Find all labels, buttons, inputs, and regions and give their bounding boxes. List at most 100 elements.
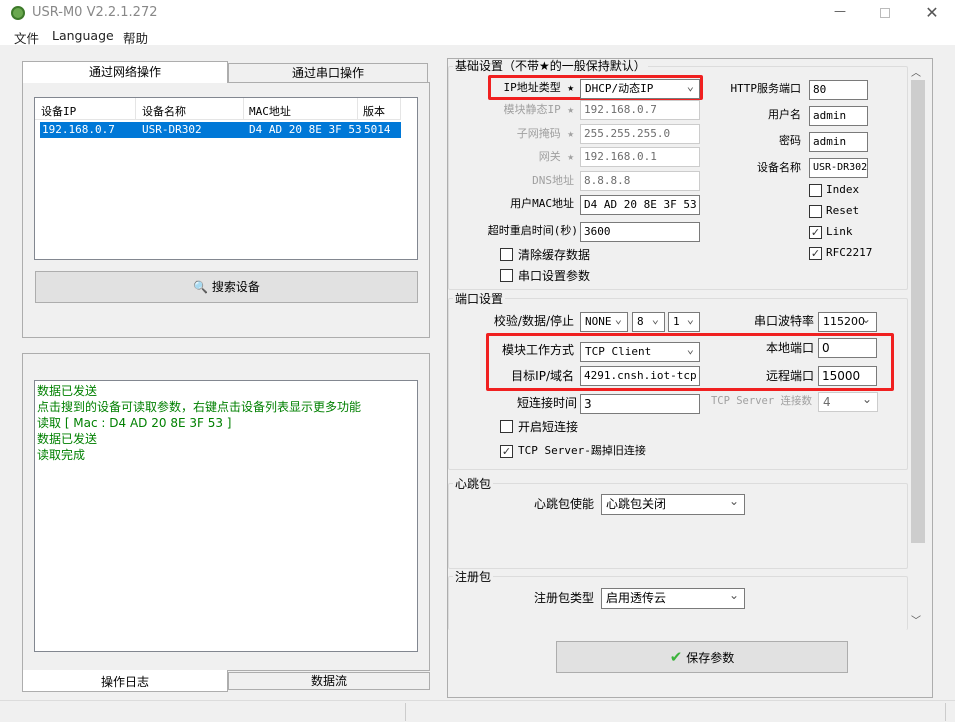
tab-data-stream[interactable]: 数据流 [228,672,430,690]
server-conn-label: TCP Server 连接数 [710,395,812,407]
password-input[interactable]: admin [809,132,868,152]
col-name[interactable]: 设备名称 [142,103,186,119]
cell-name: USR-DR302 [142,123,202,136]
gateway-input[interactable]: 192.168.0.1 [580,147,700,167]
register-label: 注册包类型 [533,591,594,605]
menu-bar: 文件 Language 帮助 [0,28,955,47]
data-bits-select[interactable]: 8 [632,312,665,332]
serial-params-checkbox[interactable] [500,269,513,282]
port-settings-title: 端口设置 [453,292,506,306]
parity-label: 校验/数据/停止 [493,314,574,328]
local-port-input[interactable]: 0 [818,338,877,358]
index-checkbox[interactable] [809,184,822,197]
col-mac[interactable]: MAC地址 [249,103,291,119]
checkmark-icon: ✔ [669,648,683,666]
log-textbox[interactable]: 数据已发送 点击搜到的设备可读取参数，右键点击设备列表显示更多功能 读取 [ M… [34,380,418,652]
work-mode-label: 模块工作方式 [501,343,574,357]
ip-type-label: IP地址类型 ★ [503,81,575,94]
register-select[interactable]: 启用透传云 [601,588,745,609]
username-input[interactable]: admin [809,106,868,126]
tab-serial[interactable]: 通过串口操作 [228,63,428,83]
scroll-down-icon[interactable]: ﹀ [911,612,921,627]
col-ip[interactable]: 设备IP [41,103,76,119]
baud-rate-select[interactable]: 115200 [818,312,877,332]
target-host-label: 目标IP/域名 [511,369,574,383]
menu-language[interactable]: Language [52,28,114,43]
reset-checkbox[interactable] [809,205,822,218]
server-conn-select[interactable]: 4 [818,392,878,412]
search-icon: 🔍 [193,280,209,294]
parity-select[interactable]: NONE [580,312,628,332]
static-ip-label: 模块静态IP ★ [503,103,575,116]
log-line: 点击搜到的设备可读取参数，右键点击设备列表显示更多功能 [37,400,362,414]
status-bar [0,700,955,722]
link-checkbox[interactable]: ✓ [809,226,822,239]
password-label: 密码 [779,134,801,147]
cell-version: 5014 [364,123,391,136]
mac-label: 用户MAC地址 [510,197,574,210]
static-ip-input[interactable]: 192.168.0.7 [580,100,700,120]
dns-input[interactable]: 8.8.8.8 [580,171,700,191]
col-version[interactable]: 版本 [363,103,385,119]
ip-type-select[interactable]: DHCP/动态IP [580,79,700,99]
short-conn-time-label: 短连接时间 [516,396,577,410]
stop-bits-select[interactable]: 1 [668,312,700,332]
device-name-label: 设备名称 [757,161,801,174]
clear-cache-label: 清除缓存数据 [518,248,591,262]
list-header: 设备IP 设备名称 MAC地址 版本 [35,98,401,120]
save-button-label: 保存参数 [686,651,735,665]
scroll-up-icon[interactable]: ︿ [911,64,921,79]
search-device-button[interactable]: 🔍 搜索设备 [35,271,418,303]
short-conn-time-input[interactable]: 3 [580,394,700,414]
rfc2217-label: RFC2217 [826,246,873,259]
serial-params-label: 串口设置参数 [518,269,591,283]
title-bar: USR-M0 V2.2.1.272 — ✕ [0,0,955,28]
device-list[interactable]: 设备IP 设备名称 MAC地址 版本 192.168.0.7 USR-DR302… [34,97,418,260]
save-params-button[interactable]: ✔ 保存参数 [556,641,848,673]
remote-port-label: 远程端口 [765,369,814,383]
rfc2217-checkbox[interactable]: ✓ [809,247,822,260]
username-label: 用户名 [768,108,801,121]
app-logo-icon [11,6,25,20]
minimize-button[interactable]: — [830,4,850,22]
local-port-label: 本地端口 [765,341,814,355]
kick-old-label: TCP Server-踢掉旧连接 [518,444,646,457]
mac-input[interactable]: D4 AD 20 8E 3F 53 [580,195,700,215]
index-label: Index [826,183,860,196]
target-host-input[interactable]: 4291.cnsh.iot-tcp.c [580,366,700,386]
tab-network[interactable]: 通过网络操作 [22,61,228,83]
work-mode-select[interactable]: TCP Client [580,342,700,362]
remote-port-input[interactable]: 15000 [818,366,877,386]
register-title: 注册包 [453,570,494,584]
kick-old-checkbox[interactable]: ✓ [500,445,513,458]
window-title: USR-M0 V2.2.1.272 [32,5,158,20]
scrollbar-thumb[interactable] [911,80,925,543]
maximize-button[interactable] [880,8,890,18]
heartbeat-select[interactable]: 心跳包关闭 [601,494,745,515]
dns-label: DNS地址 [532,174,574,187]
gateway-label: 网关 ★ [538,150,574,163]
timeout-label: 超时重启时间(秒) [487,224,578,237]
baud-rate-label: 串口波特率 [753,314,814,328]
timeout-input[interactable]: 3600 [580,222,700,242]
menu-help[interactable]: 帮助 [123,28,148,47]
clear-cache-checkbox[interactable] [500,248,513,261]
scrollbar[interactable]: ︿ ﹀ [909,62,925,630]
heartbeat-label: 心跳包使能 [533,497,594,511]
tab-log[interactable]: 操作日志 [22,670,228,692]
log-line: 数据已发送 [37,432,98,446]
link-label: Link [826,225,853,238]
device-name-input[interactable]: USR-DR302 [809,158,868,178]
http-port-input[interactable]: 80 [809,80,868,100]
table-row[interactable]: 192.168.0.7 USR-DR302 D4 AD 20 8E 3F 53 … [40,122,401,138]
log-line: 读取完成 [37,448,86,462]
search-button-label: 搜索设备 [211,280,260,294]
heartbeat-title: 心跳包 [453,477,494,491]
menu-file[interactable]: 文件 [14,28,39,47]
close-button[interactable]: ✕ [922,3,942,23]
subnet-mask-input[interactable]: 255.255.255.0 [580,124,700,144]
short-conn-checkbox[interactable] [500,420,513,433]
log-line: 读取 [ Mac : D4 AD 20 8E 3F 53 ] [37,416,232,430]
subnet-mask-label: 子网掩码 ★ [516,127,574,140]
cell-ip: 192.168.0.7 [42,123,115,136]
